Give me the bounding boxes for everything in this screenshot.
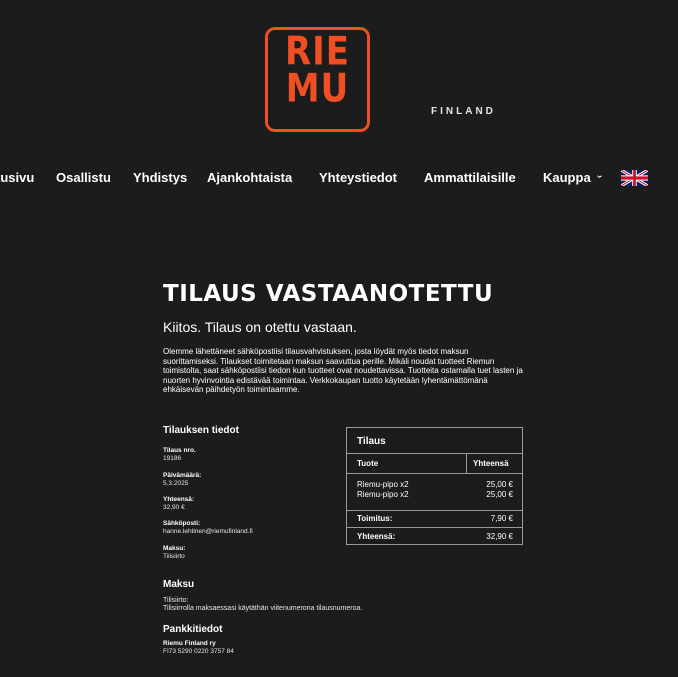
uk-flag-icon[interactable] [621, 170, 648, 186]
table-divider [347, 453, 522, 454]
column-header-total: Yhteensä [473, 459, 509, 468]
logo-sub: FINLAND [431, 106, 496, 117]
order-number-label: Tilaus nro. [163, 447, 196, 454]
lead-text: Kiitos. Tilaus on otettu vastaan. [163, 319, 357, 335]
table-divider [347, 473, 522, 474]
table-column-divider [466, 453, 467, 473]
shipping-label: Toimitus: [357, 514, 393, 523]
column-header-product: Tuote [357, 459, 379, 468]
grand-total-value: 32,90 € [486, 532, 513, 541]
bank-iban: FI73 5290 0220 3757 84 [163, 648, 234, 655]
date-label: Päivämäärä: [163, 472, 202, 479]
email-value: hanne.lehtinen@riemufinland.fi [163, 528, 253, 535]
payment-heading: Maksu [163, 579, 195, 590]
table-row-item-price: 25,00 € [486, 480, 513, 489]
order-summary-table: Tilaus Tuote Yhteensä Riemu-pipo x2 25,0… [346, 427, 523, 545]
date-value: 5.3.2025 [163, 480, 189, 487]
email-label: Sähköposti: [163, 520, 201, 527]
bank-account-name: Riemu Finland ry [163, 640, 216, 647]
shipping-value: 7,90 € [490, 514, 513, 523]
total-label: Yhteensä: [163, 496, 195, 503]
nav-item-ajankohtaista[interactable]: Ajankohtaista [207, 170, 292, 185]
payment-line1: Tilisiirto: [163, 597, 189, 604]
table-row-item-name: Riemu-pipo x2 [357, 490, 409, 499]
page-title: TILAUS VASTAANOTETTU [163, 281, 494, 307]
info-paragraph: Olemme lähettäneet sähköpostiisi tilausv… [163, 347, 523, 395]
grand-total-label: Yhteensä: [357, 532, 396, 541]
order-number-value: 19186 [163, 455, 182, 462]
payment-method-value: Tilisiirto [163, 553, 185, 560]
nav-item-ammattilaisille[interactable]: Ammattilaisille [424, 170, 516, 185]
logo-line1: RIE [284, 29, 351, 75]
riemu-logo[interactable]: RIE MU FINLAND [265, 27, 493, 132]
order-table-heading: Tilaus [357, 436, 386, 447]
payment-method-label: Maksu: [163, 545, 186, 552]
nav-item-yhteystiedot[interactable]: Yhteystiedot [319, 170, 397, 185]
nav-item-kauppa[interactable]: Kauppa [543, 170, 591, 185]
nav-item-yhdistys[interactable]: Yhdistys [133, 170, 187, 185]
table-row-item-name: Riemu-pipo x2 [357, 480, 409, 489]
table-divider [347, 527, 522, 528]
order-details-heading: Tilauksen tiedot [163, 425, 239, 436]
payment-line2: Tilisiirrolla maksaessasi käytäthän viit… [163, 605, 363, 612]
logo-line2: MU [285, 66, 350, 112]
nav-item-etusivu[interactable]: tusivu [0, 170, 34, 185]
total-value: 32,90 € [163, 504, 185, 511]
chevron-down-icon[interactable]: › [594, 175, 605, 178]
bank-details-heading: Pankkitiedot [163, 624, 223, 635]
nav-item-osallistu[interactable]: Osallistu [56, 170, 111, 185]
table-divider [347, 510, 522, 511]
table-row-item-price: 25,00 € [486, 490, 513, 499]
